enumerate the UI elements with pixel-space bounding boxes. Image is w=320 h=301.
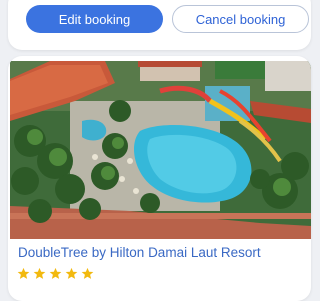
cancel-booking-button[interactable]: Cancel booking <box>172 5 309 33</box>
star-icon <box>65 267 78 279</box>
star-icon <box>33 267 46 279</box>
star-icon <box>17 267 30 279</box>
edit-booking-button[interactable]: Edit booking <box>26 5 163 33</box>
booking-actions-card: Edit booking Cancel booking <box>8 0 311 50</box>
star-rating <box>17 267 94 280</box>
hotel-photo[interactable] <box>10 61 311 239</box>
star-icon <box>49 267 62 279</box>
hotel-name-link[interactable]: DoubleTree by Hilton Damai Laut Resort <box>18 245 261 260</box>
hotel-card[interactable]: DoubleTree by Hilton Damai Laut Resort <box>8 56 311 301</box>
star-icon <box>81 267 94 279</box>
